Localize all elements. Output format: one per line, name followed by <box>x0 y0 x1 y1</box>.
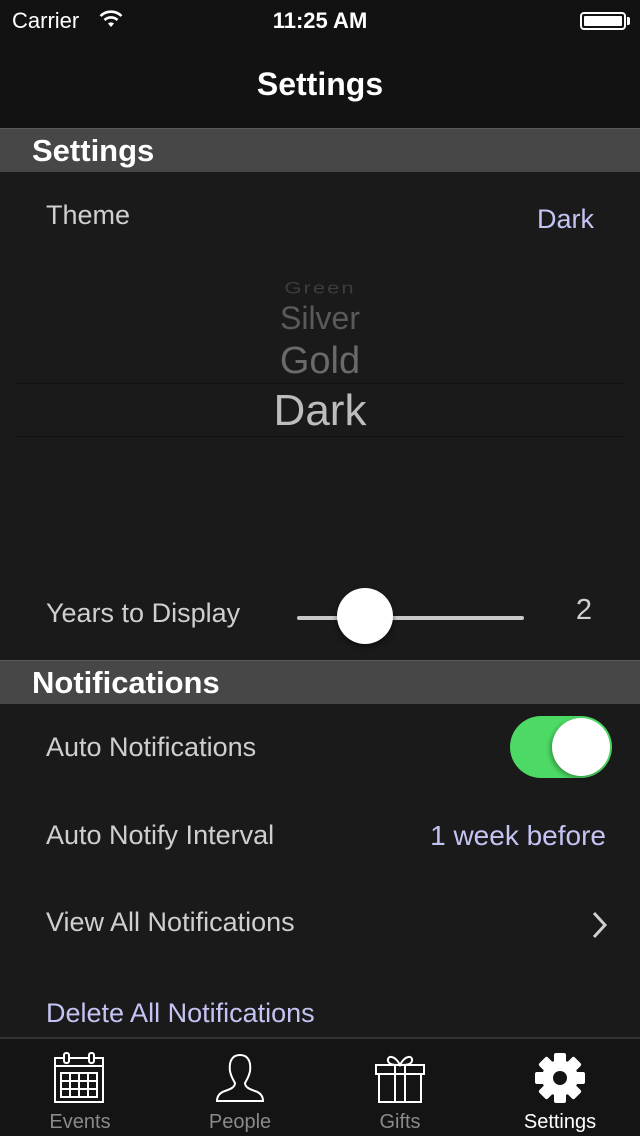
auto-notify-interval-label: Auto Notify Interval <box>46 820 275 850</box>
years-value: 2 <box>575 594 592 626</box>
calendar-icon <box>54 1052 104 1103</box>
tab-bar: Events People Gifts Settings <box>0 1037 640 1136</box>
view-all-notifications-label: View All Notifications <box>46 907 295 937</box>
picker-option-selected[interactable]: Dark <box>0 386 640 436</box>
view-all-notifications-row[interactable]: View All Notifications <box>0 880 640 970</box>
picker-option[interactable]: Gold <box>0 340 640 383</box>
toggle-knob <box>552 718 610 776</box>
chevron-right-icon <box>592 911 608 939</box>
battery-tip <box>627 17 630 25</box>
auto-notify-interval-row[interactable]: Auto Notify Interval 1 week before <box>0 792 640 880</box>
picker-selection-top-line <box>16 383 624 384</box>
tab-label: Gifts <box>379 1111 421 1133</box>
section-title: Settings <box>32 133 155 168</box>
gift-icon <box>375 1055 425 1103</box>
tab-label: People <box>208 1111 272 1133</box>
tab-settings[interactable]: Settings <box>480 1039 640 1136</box>
picker-option[interactable]: Silver <box>0 300 640 337</box>
page-title: Settings <box>256 66 384 102</box>
delete-all-notifications-button[interactable]: Delete All Notifications <box>46 998 315 1029</box>
navigation-bar: Settings <box>0 40 640 128</box>
section-header-notifications: Notifications <box>0 660 640 704</box>
tab-gifts[interactable]: Gifts <box>320 1039 480 1136</box>
person-icon <box>215 1053 265 1102</box>
status-bar: Carrier 11:25 AM <box>0 0 640 40</box>
years-slider-thumb[interactable] <box>336 588 393 644</box>
tab-label: Events <box>49 1111 111 1133</box>
theme-value: Dark <box>536 204 594 234</box>
years-to-display-row: Years to Display 2 <box>0 580 640 660</box>
section-header-settings: Settings <box>0 128 640 172</box>
auto-notifications-toggle[interactable] <box>510 716 612 778</box>
years-label: Years to Display <box>46 598 241 628</box>
auto-notifications-label: Auto Notifications <box>46 732 257 762</box>
delete-all-notifications-row[interactable]: Delete All Notifications <box>0 970 640 1036</box>
theme-label: Theme <box>46 200 131 230</box>
tab-events[interactable]: Events <box>0 1039 160 1136</box>
picker-selection-bottom-line <box>16 436 624 437</box>
status-time: 11:25 AM <box>272 8 368 33</box>
auto-notify-interval-value: 1 week before <box>430 820 606 851</box>
section-title: Notifications <box>32 665 220 700</box>
years-slider-track[interactable] <box>297 616 524 620</box>
tab-people[interactable]: People <box>160 1039 320 1136</box>
battery-icon <box>580 12 626 30</box>
theme-picker[interactable]: Green Silver Gold Dark <box>0 270 640 570</box>
gear-icon <box>535 1053 585 1103</box>
picker-option[interactable]: Green <box>0 278 640 298</box>
tab-label: Settings <box>523 1111 597 1133</box>
theme-row[interactable]: Theme Dark <box>0 172 640 262</box>
